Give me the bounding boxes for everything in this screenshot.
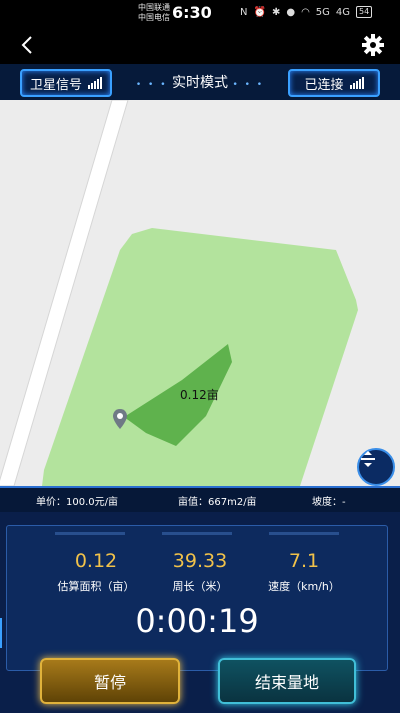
area-label: 0.12亩 (180, 388, 219, 402)
battery-indicator: 54 (356, 6, 373, 18)
wifi-icon: ◠ (301, 6, 310, 18)
toggle-panel-button[interactable] (357, 448, 395, 486)
info-row: 单价：100.0元/亩 亩值：667m2/亩 坡度：- (0, 488, 400, 512)
back-button[interactable] (14, 32, 42, 58)
settings-button[interactable] (360, 32, 386, 58)
stats-card: 0.12 估算面积（亩） 39.33 周长（米） 7.1 速度（km/h） 0:… (6, 525, 388, 671)
stat-area: 0.12 估算面积（亩） (41, 550, 151, 594)
stat-value: 7.1 (288, 550, 320, 572)
divider (55, 532, 125, 535)
mode-title: • • • 实时模式 • • • (120, 72, 280, 92)
network-2: 4G (335, 6, 351, 18)
network-1: 5G (315, 6, 330, 18)
mode-title-text: 实时模式 (172, 75, 228, 91)
measurement-panel: 单价：100.0元/亩 亩值：667m2/亩 坡度：- 0.12 估算面积（亩）… (0, 486, 400, 713)
signal-bars-icon (88, 77, 102, 89)
stat-speed: 7.1 速度（km/h） (249, 550, 359, 594)
stat-label: 周长（米） (172, 580, 228, 593)
location-icon: ● (286, 6, 296, 18)
pause-button[interactable]: 暂停 (40, 658, 180, 704)
signal-bars-icon (349, 77, 364, 89)
field-area (42, 228, 358, 486)
stat-label: 速度（km/h） (268, 580, 340, 593)
divider (269, 532, 339, 535)
slope-value: 坡度：- (312, 496, 346, 508)
right-dots: • • • (232, 80, 265, 90)
panel-edge-right (394, 618, 400, 648)
location-pin-icon (112, 408, 128, 430)
carrier-2: 中国电信 (138, 13, 170, 22)
carrier-info: 中国联通 中国电信 (138, 3, 170, 23)
left-dots: • • • (135, 80, 168, 90)
connection-label: 已连接 (304, 77, 344, 93)
chevron-left-icon (21, 36, 32, 54)
expand-collapse-icon (361, 451, 375, 467)
satellite-signal-label: 卫星信号 (29, 77, 82, 93)
end-measurement-button[interactable]: 结束量地 (218, 658, 356, 704)
satellite-signal-button[interactable]: 卫星信号 (20, 69, 112, 97)
nav-bar (0, 26, 400, 64)
gear-icon (362, 34, 384, 56)
stat-value: 39.33 (172, 550, 228, 572)
unit-price: 单价：100.0元/亩 (36, 496, 118, 508)
map-view[interactable]: 0.12亩 (0, 100, 400, 486)
carrier-1: 中国联通 (138, 3, 170, 12)
stat-perimeter: 39.33 周长（米） (145, 550, 255, 594)
mu-value: 亩值：667m2/亩 (178, 496, 257, 508)
map-canvas (0, 100, 358, 486)
alarm-icon: ⏰ (253, 6, 266, 18)
stat-value: 0.12 (74, 550, 118, 572)
panel-edge-left (0, 618, 8, 648)
status-time: 6:30 (172, 3, 212, 22)
mode-bar: 卫星信号 • • • 实时模式 • • • 已连接 (0, 64, 400, 101)
status-bar: 中国联通 中国电信 6:30 N ⏰ ✱ ● ◠ 5G 4G 54 (0, 0, 400, 26)
status-icons: N ⏰ ✱ ● ◠ 5G 4G 54 (240, 6, 373, 18)
elapsed-timer: 0:00:19 (135, 602, 259, 640)
connection-status-button[interactable]: 已连接 (288, 69, 380, 97)
stat-label: 估算面积（亩） (57, 580, 135, 593)
divider (162, 532, 232, 535)
nfc-icon: N (240, 6, 248, 18)
bluetooth-icon: ✱ (271, 6, 281, 18)
